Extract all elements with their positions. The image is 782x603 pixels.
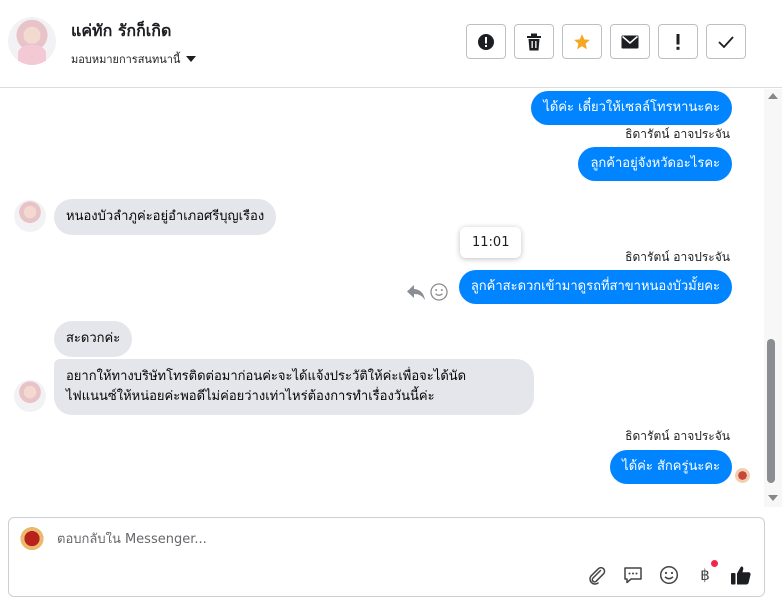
trash-icon bbox=[527, 33, 541, 50]
delete-button[interactable] bbox=[514, 24, 554, 59]
spam-button[interactable] bbox=[466, 24, 506, 59]
reply-composer: ฿ bbox=[8, 517, 765, 597]
scroll-up-arrow-icon[interactable] bbox=[768, 93, 778, 99]
notification-dot bbox=[711, 560, 718, 567]
conversation-header: แค่ทัก รักก็เกิด มอบหมายการสนทนานี้ bbox=[0, 0, 782, 88]
exclamation-icon bbox=[676, 33, 680, 50]
like-button[interactable] bbox=[730, 564, 752, 586]
scroll-thumb[interactable] bbox=[767, 339, 775, 483]
page-avatar bbox=[18, 526, 46, 554]
assign-conversation-dropdown[interactable]: มอบหมายการสนทนานี้ bbox=[71, 50, 197, 68]
sender-name: ธิดารัตน์ อาจประจัน bbox=[625, 250, 730, 264]
star-icon bbox=[574, 33, 590, 49]
follow-up-button[interactable] bbox=[658, 24, 698, 59]
thread-scrollbar[interactable] bbox=[764, 89, 782, 507]
timestamp-tooltip: 11:01 bbox=[460, 227, 522, 258]
sender-name: ธิดารัตน์ อาจประจัน bbox=[625, 429, 730, 443]
assign-label: มอบหมายการสนทนานี้ bbox=[71, 53, 181, 66]
scroll-down-arrow-icon[interactable] bbox=[768, 495, 778, 501]
check-icon bbox=[718, 35, 734, 48]
thumbs-up-icon bbox=[731, 566, 751, 585]
sender-name: ธิดารัตน์ อาจประจัน bbox=[625, 127, 730, 141]
emoji-icon bbox=[659, 565, 679, 585]
reply-input[interactable] bbox=[57, 532, 737, 547]
saved-replies-button[interactable] bbox=[622, 564, 644, 586]
exclamation-circle-icon bbox=[478, 33, 494, 50]
chat-bubble-icon bbox=[624, 567, 642, 584]
star-button[interactable] bbox=[562, 24, 602, 59]
contact-avatar[interactable] bbox=[8, 17, 56, 65]
contact-avatar-small[interactable] bbox=[14, 380, 46, 412]
caret-down-icon bbox=[186, 56, 197, 62]
message-outgoing[interactable]: ลูกค้าอยู่จังหวัดอะไรคะ bbox=[578, 147, 732, 181]
envelope-icon bbox=[621, 35, 639, 48]
composer-tools: ฿ bbox=[586, 560, 752, 586]
message-line: ไฟแนนซ์ให้หน่อยค่ะพอดีไม่ค่อยว่างเท่าไหร… bbox=[66, 389, 435, 404]
message-outgoing[interactable]: ได้ค่ะ สักครู่นะคะ bbox=[610, 450, 732, 484]
react-emoji-icon[interactable] bbox=[430, 283, 448, 301]
emoji-button[interactable] bbox=[658, 564, 680, 586]
message-incoming[interactable]: สะดวกค่ะ bbox=[54, 321, 133, 357]
contact-avatar-small[interactable] bbox=[14, 200, 46, 232]
header-actions bbox=[466, 24, 746, 59]
message-line: อยากให้ทางบริษัทโทรติดต่อมาก่อนค่ะจะได้แ… bbox=[66, 369, 467, 384]
message-incoming-multiline[interactable]: อยากให้ทางบริษัทโทรติดต่อมาก่อนค่ะจะได้แ… bbox=[54, 359, 534, 415]
baht-icon: ฿ bbox=[700, 566, 710, 584]
message-incoming[interactable]: หนองบัวลำภูค่ะอยู่อำเภอศรีบุญเรือง bbox=[54, 199, 277, 235]
attach-button[interactable] bbox=[586, 564, 608, 586]
mark-unread-button[interactable] bbox=[610, 24, 650, 59]
reply-icon[interactable] bbox=[406, 283, 426, 301]
message-thread[interactable]: ได้ค่ะ เดี๋ยวให้เซลล์โทรหานะคะ ธิดารัตน์… bbox=[0, 89, 764, 507]
paperclip-icon bbox=[589, 566, 606, 585]
seen-receipt-avatar bbox=[735, 468, 750, 483]
payment-button[interactable]: ฿ bbox=[694, 560, 718, 586]
done-button[interactable] bbox=[706, 24, 746, 59]
contact-name[interactable]: แค่ทัก รักก็เกิด bbox=[71, 19, 171, 44]
message-outgoing[interactable]: ลูกค้าสะดวกเข้ามาดูรถที่สาขาหนองบัวมั้ยค… bbox=[458, 270, 732, 304]
message-outgoing[interactable]: ได้ค่ะ เดี๋ยวให้เซลล์โทรหานะคะ bbox=[531, 91, 732, 125]
